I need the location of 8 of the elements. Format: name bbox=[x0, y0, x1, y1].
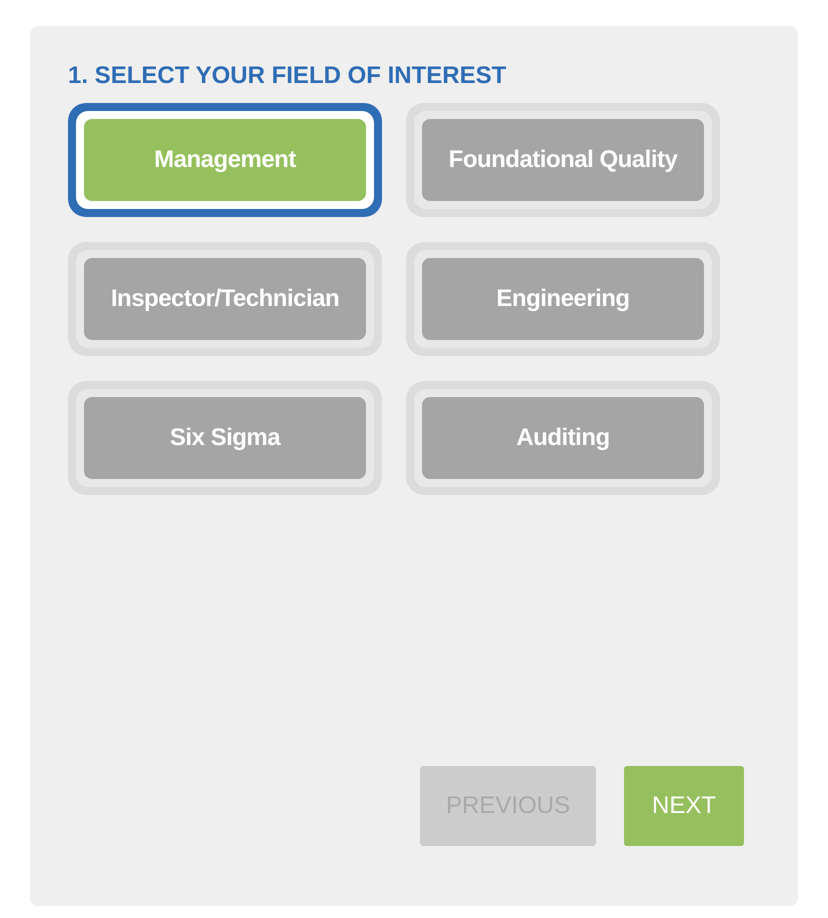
field-option[interactable]: Six Sigma bbox=[68, 381, 382, 495]
field-option[interactable]: Management bbox=[68, 103, 382, 217]
field-option[interactable]: Auditing bbox=[406, 381, 720, 495]
section-title: 1. SELECT YOUR FIELD OF INTEREST bbox=[68, 62, 508, 90]
field-option[interactable]: Engineering bbox=[406, 242, 720, 356]
field-option[interactable]: Foundational Quality bbox=[406, 103, 720, 217]
field-option[interactable]: Inspector/Technician bbox=[68, 242, 382, 356]
next-button[interactable]: NEXT bbox=[624, 766, 744, 846]
